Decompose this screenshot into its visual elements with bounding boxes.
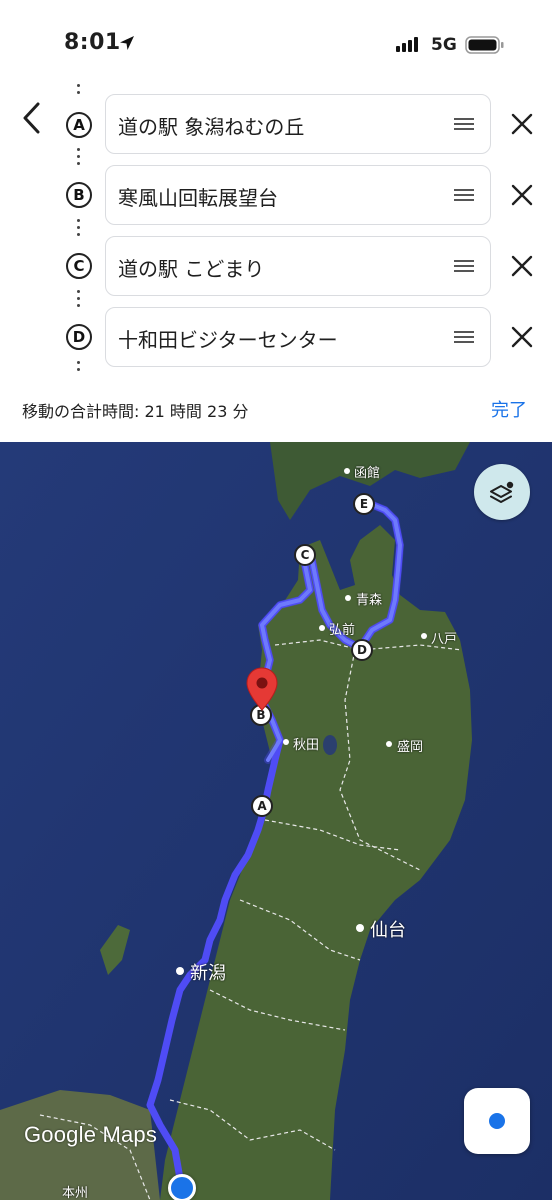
route-marker-d[interactable]: D [351,639,373,661]
status-time: 8:01 [64,30,121,55]
drag-handle-icon[interactable] [454,118,474,131]
waypoint-name: 寒風山回転展望台 [118,186,278,210]
current-location-dot [168,1174,196,1200]
city-label-aomori: 青森 [356,593,383,608]
network-label: 5G [431,35,457,55]
google-maps-logo: Google Maps [24,1122,158,1147]
connector-dots [75,361,81,375]
waypoint-field-b[interactable]: 寒風山回転展望台 [105,165,491,225]
waypoint-letter-a: A [66,112,92,138]
my-location-button[interactable] [464,1088,530,1154]
done-button[interactable]: 完了 [491,396,527,422]
drag-handle-icon[interactable] [454,331,474,344]
remove-waypoint-d-button[interactable] [510,325,534,349]
city-label-hachinohe: 八戸 [431,632,458,647]
waypoint-letter-c: C [66,253,92,279]
location-arrow-icon [120,36,134,50]
waypoint-field-a[interactable]: 道の駅 象潟ねむの丘 [105,94,491,154]
map-view[interactable]: 函館 青森 弘前 八戸 秋田 盛岡 仙台 新潟 本州 E C D B A [0,442,552,1200]
battery-icon [465,36,504,54]
drag-handle-icon[interactable] [454,260,474,273]
route-marker-e[interactable]: E [353,493,375,515]
waypoint-letter-b: B [66,182,92,208]
remove-waypoint-c-button[interactable] [510,254,534,278]
layers-button[interactable] [474,464,530,520]
city-label-hakodate: 函館 [354,466,381,481]
drag-handle-icon[interactable] [454,189,474,202]
city-label-honshu: 本州 [62,1186,89,1200]
signal-icon [396,37,418,52]
remove-waypoint-a-button[interactable] [510,112,534,136]
route-marker-a[interactable]: A [251,795,273,817]
connector-dots [75,219,81,240]
city-label-akita: 秋田 [293,738,320,753]
city-label-sendai: 仙台 [370,920,406,941]
layers-icon [490,481,514,503]
waypoint-name: 十和田ビジターセンター [118,328,338,352]
waypoint-letter-d: D [66,324,92,350]
waypoint-name: 道の駅 象潟ねむの丘 [118,115,305,139]
city-label-morioka: 盛岡 [397,740,424,755]
remove-waypoint-b-button[interactable] [510,183,534,207]
location-pin-icon[interactable] [245,666,279,712]
status-bar: 8:01 5G [0,0,552,88]
route-marker-c[interactable]: C [294,544,316,566]
waypoint-name: 道の駅 こどまり [118,257,265,281]
waypoint-field-c[interactable]: 道の駅 こどまり [105,236,491,296]
connector-dots [75,148,81,169]
connector-dots [75,84,81,98]
back-button[interactable] [14,98,50,138]
satellite-map [0,442,552,1200]
city-label-hirosaki: 弘前 [329,623,356,638]
connector-dots [75,290,81,311]
city-label-niigata: 新潟 [190,963,226,984]
my-location-icon [489,1113,505,1129]
waypoint-field-d[interactable]: 十和田ビジターセンター [105,307,491,367]
total-travel-time: 移動の合計時間: 21 時間 23 分 [22,402,249,421]
